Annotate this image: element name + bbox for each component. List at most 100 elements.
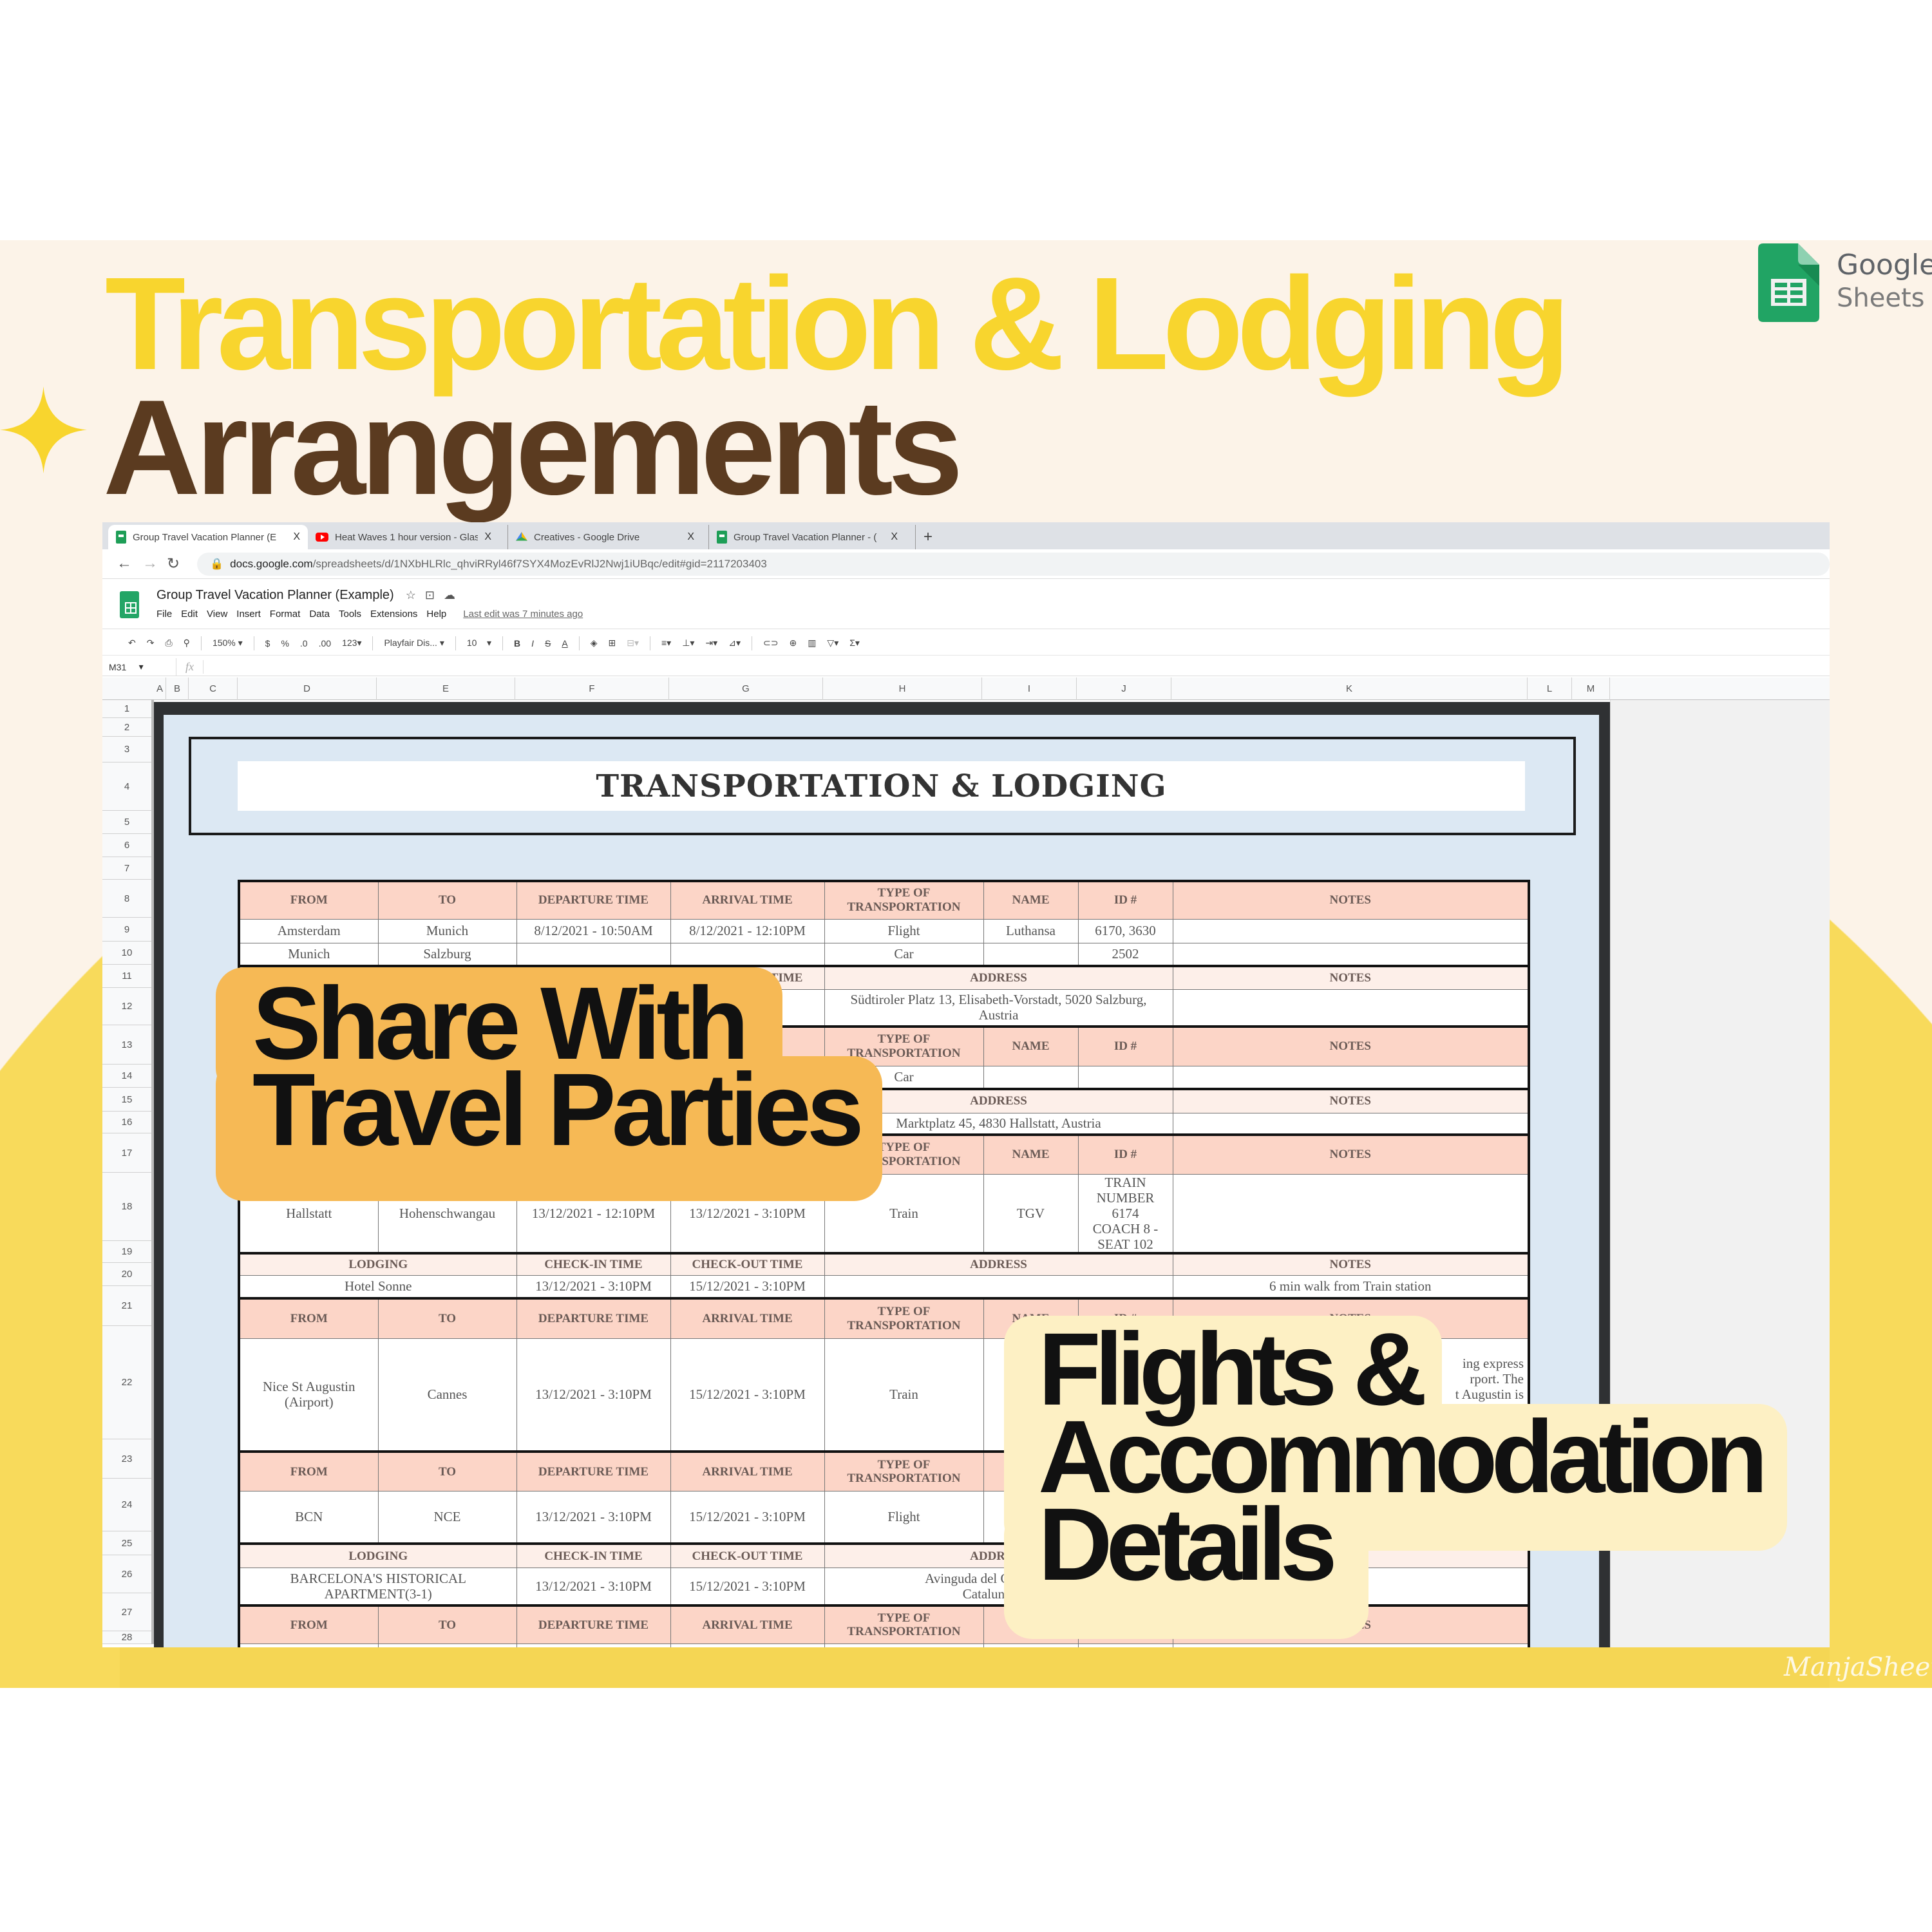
url-input[interactable]: 🔒 docs.google.com/spreadsheets/d/1NXbHLR… [197, 553, 1830, 576]
close-icon[interactable]: X [293, 531, 300, 543]
row-header-1[interactable]: 1 [102, 700, 151, 718]
menu-tools[interactable]: Tools [339, 609, 361, 620]
column-header-cell[interactable]: NOTES [1172, 1252, 1530, 1276]
table-cell[interactable]: Munich [238, 942, 379, 967]
row-header-20[interactable]: 20 [102, 1263, 151, 1286]
table-cell[interactable]: 2502 [1077, 942, 1173, 967]
table-cell[interactable]: Salzburg [377, 942, 517, 967]
column-header-cell[interactable]: TYPE OF TRANSPORTATION [824, 1604, 984, 1644]
column-header-cell[interactable]: NAME [983, 1133, 1079, 1175]
cloud-status-icon[interactable]: ☁ [444, 589, 455, 601]
column-header-cell[interactable]: ID # [1077, 880, 1173, 920]
table-cell[interactable] [983, 942, 1079, 967]
row-header-16[interactable]: 16 [102, 1112, 151, 1133]
column-header-b[interactable]: B [166, 677, 189, 700]
vertical-align-icon[interactable]: ⊥▾ [682, 638, 694, 649]
row-header-4[interactable]: 4 [102, 762, 151, 811]
row-header-21[interactable]: 21 [102, 1286, 151, 1326]
row-header-2[interactable]: 2 [102, 718, 151, 737]
row-header-23[interactable]: 23 [102, 1439, 151, 1479]
column-header-cell[interactable]: ADDRESS [824, 1252, 1173, 1276]
table-cell[interactable] [1172, 942, 1530, 967]
table-cell[interactable] [377, 1643, 517, 1647]
text-color-button[interactable]: A [562, 638, 567, 649]
table-cell[interactable] [1172, 989, 1530, 1027]
reload-icon[interactable]: ↻ [167, 554, 180, 573]
row-header-6[interactable]: 6 [102, 834, 151, 857]
column-header-h[interactable]: H [823, 677, 982, 700]
column-header-m[interactable]: M [1572, 677, 1610, 700]
menu-file[interactable]: File [156, 609, 172, 620]
column-header-f[interactable]: F [515, 677, 669, 700]
column-header-e[interactable]: E [377, 677, 515, 700]
table-cell[interactable]: 15/12/2021 - 3:10PM [670, 1567, 825, 1606]
table-cell[interactable] [983, 1065, 1079, 1090]
tab-creatives-drive[interactable]: Creatives - Google Drive X [507, 525, 702, 549]
table-cell[interactable] [1172, 1173, 1530, 1254]
merge-cells-icon[interactable]: ⊟▾ [627, 638, 639, 649]
paint-format-icon[interactable]: ⚲ [184, 638, 190, 649]
text-wrap-icon[interactable]: ⇥▾ [705, 638, 717, 649]
table-cell[interactable]: 15/12/2021 - 3:10PM [670, 1490, 825, 1544]
column-header-cell[interactable]: FROM [238, 880, 379, 920]
menu-view[interactable]: View [207, 609, 227, 620]
table-cell[interactable]: Train [824, 1338, 984, 1452]
table-cell[interactable]: TGV [983, 1173, 1079, 1254]
column-header-a[interactable]: A [154, 677, 166, 700]
row-header-26[interactable]: 26 [102, 1555, 151, 1593]
filter-icon[interactable]: ▽▾ [827, 638, 838, 649]
table-cell[interactable] [1077, 1643, 1173, 1647]
new-tab-button[interactable]: + [915, 525, 940, 549]
table-cell[interactable]: Flight [824, 918, 984, 943]
column-header-cell[interactable]: TO [377, 880, 517, 920]
row-header-7[interactable]: 7 [102, 857, 151, 880]
zoom-select[interactable]: 150% ▾ [213, 638, 243, 649]
table-cell[interactable]: 6 min walk from Train station [1172, 1274, 1530, 1299]
increase-decimal-button[interactable]: .00 [319, 638, 331, 649]
column-header-cell[interactable]: CHECK-OUT TIME [670, 1542, 825, 1568]
column-header-cell[interactable]: TYPE OF TRANSPORTATION [824, 880, 984, 920]
column-header-cell[interactable]: CHECK-IN TIME [516, 1252, 671, 1276]
table-cell[interactable] [670, 1643, 825, 1647]
table-cell[interactable] [516, 1643, 671, 1647]
row-header-25[interactable]: 25 [102, 1531, 151, 1555]
fill-color-icon[interactable]: ◈ [591, 638, 598, 649]
column-header-cell[interactable]: ID # [1077, 1133, 1173, 1175]
table-cell[interactable] [1172, 1643, 1530, 1647]
row-header-3[interactable]: 3 [102, 737, 151, 762]
number-format-select[interactable]: 123▾ [342, 638, 361, 649]
column-header-cell[interactable]: LODGING [238, 1542, 517, 1568]
table-cell[interactable] [1172, 918, 1530, 943]
table-cell[interactable] [824, 1643, 984, 1647]
bold-button[interactable]: B [514, 638, 520, 649]
row-header-13[interactable]: 13 [102, 1025, 151, 1065]
table-cell[interactable] [1172, 1112, 1530, 1135]
column-header-cell[interactable]: TO [377, 1604, 517, 1644]
row-header-17[interactable]: 17 [102, 1133, 151, 1173]
comment-icon[interactable]: ⊕ [789, 638, 797, 649]
font-size-select[interactable]: 10 ▾ [467, 638, 491, 649]
menu-extensions[interactable]: Extensions [370, 609, 417, 620]
column-header-i[interactable]: I [982, 677, 1077, 700]
column-header-cell[interactable]: LODGING [238, 1252, 517, 1276]
table-cell[interactable] [516, 942, 671, 967]
column-header-cell[interactable]: NOTES [1172, 1133, 1530, 1175]
close-icon[interactable]: X [891, 531, 898, 543]
table-cell[interactable]: 8/12/2021 - 10:50AM [516, 918, 671, 943]
column-header-cell[interactable]: TYPE OF TRANSPORTATION [824, 1450, 984, 1492]
chart-icon[interactable]: ▥ [808, 638, 816, 649]
currency-format-button[interactable]: $ [265, 638, 270, 649]
last-edit-link[interactable]: Last edit was 7 minutes ago [463, 609, 583, 620]
table-cell[interactable] [238, 1643, 379, 1647]
formula-input[interactable] [204, 658, 1830, 676]
table-cell[interactable]: Hotel Sonne [238, 1274, 517, 1299]
table-cell[interactable]: 6170, 3630 [1077, 918, 1173, 943]
row-header-28[interactable]: 28 [102, 1631, 151, 1644]
table-cell[interactable]: BCN [238, 1490, 379, 1544]
name-box[interactable]: M31 ▾ [102, 658, 176, 676]
tab-group-travel-planner-2[interactable]: Group Travel Vacation Planner - ( X [708, 525, 905, 549]
table-cell[interactable]: Luthansa [983, 918, 1079, 943]
table-cell[interactable] [824, 1274, 1173, 1299]
row-header-12[interactable]: 12 [102, 988, 151, 1025]
column-header-cell[interactable]: TYPE OF TRANSPORTATION [824, 1297, 984, 1339]
